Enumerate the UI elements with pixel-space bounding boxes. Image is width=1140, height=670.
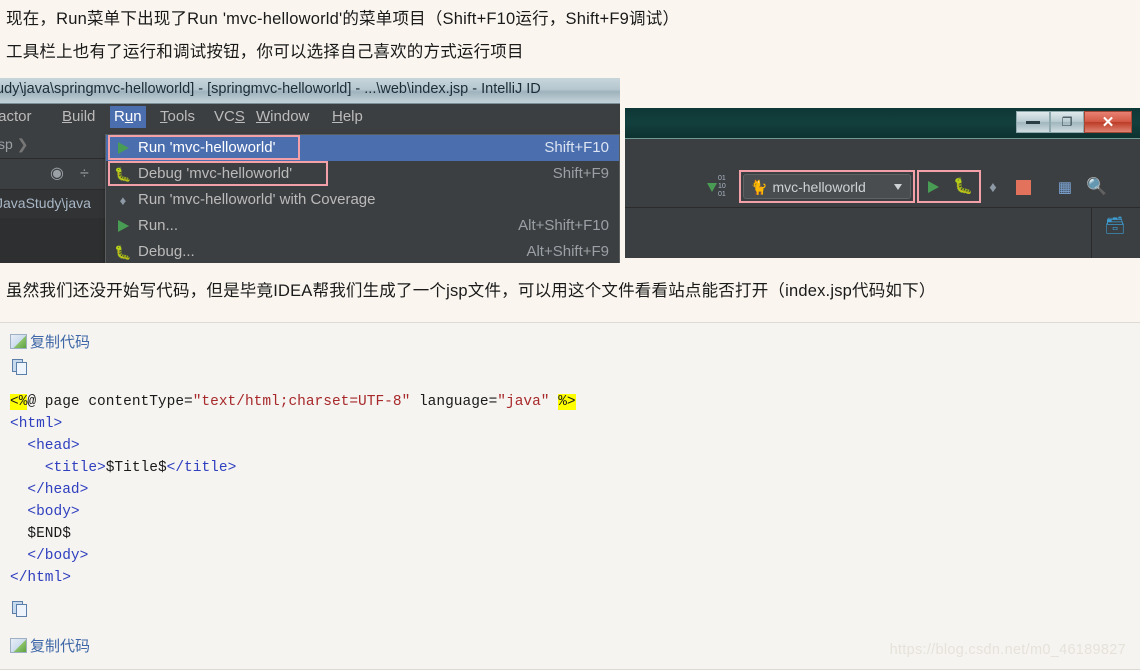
menu-window[interactable]: Window [256,108,309,125]
bits-bot: 01 [718,191,726,199]
debug-icon: 🐛 [114,166,132,182]
menu-run[interactable]: Run [110,106,146,128]
coverage-icon: ♦ [119,192,127,208]
menu-item-shortcut: Alt+Shift+F10 [518,217,609,234]
intellij-screenshot: udy\java\springmvc-helloworld] - [spring… [0,78,1140,263]
ide-right-rail: 🗃 [1091,208,1140,258]
window-controls: ❐ ✕ [1016,111,1132,133]
toolbar-search-button[interactable]: 🔍 [1085,175,1109,199]
ide-toolbar: 01 10 01 🐈 mvc-helloworld 🐛 ♦ ▦ 🔍 [625,139,1140,208]
coverage-icon: ♦ [989,178,997,196]
restore-icon: ❐ [1061,115,1073,129]
chevron-right-icon: ❯ [16,136,29,152]
tomcat-cat-icon: 🐈 [750,178,768,195]
project-structure-icon: ▦ [1057,179,1073,196]
menu-item-label: Debug... [138,243,195,260]
run-configuration-selector[interactable]: 🐈 mvc-helloworld [743,174,911,199]
image-icon [10,638,27,653]
green-bug-icon: 🐛 [953,178,973,195]
jsp-source-code: <%@ page contentType="text/html;charset=… [10,394,576,586]
toolbar-coverage-button[interactable]: ♦ [981,175,1005,199]
ide-path-text: JavaStudy\java [0,195,91,211]
menu-item-shortcut: Shift+F10 [544,139,609,156]
menu-item-debug-dialog[interactable]: 🐛 Debug... Alt+Shift+F9 [106,239,619,263]
menu-build[interactable]: Build [62,108,95,125]
menu-item-label: Debug 'mvc-helloworld' [138,165,293,182]
toolbar-debug-button[interactable]: 🐛 [951,175,975,199]
menu-item-label: Run... [138,217,179,234]
ide-editor-right: 🗃 [625,208,1140,258]
toolbar-stop-button[interactable] [1011,175,1035,199]
image-icon [10,334,27,349]
paragraph-toolbar-note: 工具栏上也有了运行和调试按钮，你可以选择自己喜欢的方式运行项目 [6,43,524,61]
bits-mid: 10 [718,183,726,191]
code-block-panel: 复制代码 <%@ page contentType="text/html;cha… [0,322,1140,670]
menu-item-debug-config[interactable]: 🐛 Debug 'mvc-helloworld' Shift+F9 [106,161,619,187]
menu-tools[interactable]: Tools [160,108,195,125]
copy-icon-front-sheet [16,362,27,375]
toolbar-row: 01 10 01 🐈 mvc-helloworld 🐛 ♦ ▦ 🔍 [625,167,1140,207]
toolbar-structure-button[interactable]: ▦ [1053,175,1077,199]
menu-item-run-dialog[interactable]: Run... Alt+Shift+F10 [106,213,619,239]
ide-right-crop: ❐ ✕ 01 10 01 🐈 mvc-helloworld 🐛 ♦ ▦ 🔍 🗃 [620,78,1140,263]
menu-item-shortcut: Alt+Shift+F9 [526,243,609,260]
breadcrumb-text: sp [0,136,13,152]
debug-icon: 🐛 [114,244,132,260]
blog-watermark: https://blog.csdn.net/m0_46189827 [889,642,1126,658]
close-icon: ✕ [1101,114,1115,131]
bits-icon: 01 10 01 [718,175,726,199]
ide-title-bar: udy\java\springmvc-helloworld] - [spring… [0,78,620,104]
run-configuration-name: mvc-helloworld [772,178,866,195]
run-icon [114,135,132,161]
menu-item-run-config[interactable]: Run 'mvc-helloworld' Shift+F10 [106,135,619,161]
paragraph-run-menu-note: 现在，Run菜单下出现了Run 'mvc-helloworld'的菜单项目（Sh… [6,10,680,28]
menu-refactor[interactable]: factor [0,108,32,125]
copy-code-link-top[interactable]: 复制代码 [10,331,90,352]
database-icon[interactable]: 🗃 [1104,217,1126,234]
copy-code-label: 复制代码 [30,638,91,655]
toolbar-run-button[interactable] [921,175,945,199]
bits-top: 01 [718,175,726,182]
down-arrow-icon [707,182,717,192]
restore-button[interactable]: ❐ [1050,111,1084,133]
run-dropdown-menu[interactable]: Run 'mvc-helloworld' Shift+F10 🐛 Debug '… [105,134,620,263]
update-project-icon[interactable]: 01 10 01 [707,175,726,199]
magnifier-icon: 🔍 [1086,177,1108,196]
ide-title-bar-right: ❐ ✕ [625,108,1140,139]
run-icon [114,213,132,239]
chevron-down-icon [894,184,902,190]
ide-title-text: udy\java\springmvc-helloworld] - [spring… [0,81,541,97]
green-play-icon [927,181,939,193]
minimize-button[interactable] [1016,111,1050,133]
copy-icon-front-sheet [16,604,27,617]
copy-icon-top[interactable] [12,359,28,375]
menu-item-run-with-coverage[interactable]: ♦ Run 'mvc-helloworld' with Coverage [106,187,619,213]
menu-item-shortcut: Shift+F9 [552,165,609,182]
menu-help[interactable]: Help [332,108,363,125]
copy-code-label: 复制代码 [30,334,91,351]
copy-icon-bottom[interactable] [12,601,28,617]
menu-vcs[interactable]: VCS [214,108,245,125]
minimize-icon [1026,120,1040,124]
copy-code-link-bottom[interactable]: 复制代码 [10,635,90,656]
ide-menu-bar: factor Build Run Tools VCS Window Help [0,104,620,132]
red-stop-square-icon [1015,179,1031,195]
gutter-icons: ◉÷ [50,165,105,182]
close-button[interactable]: ✕ [1084,111,1132,133]
ide-left-crop: udy\java\springmvc-helloworld] - [spring… [0,78,620,263]
menu-item-label: Run 'mvc-helloworld' with Coverage [138,191,376,208]
menu-item-label: Run 'mvc-helloworld' [138,139,276,156]
paragraph-jsp-note: 虽然我们还没开始写代码，但是毕竟IDEA帮我们生成了一个jsp文件，可以用这个文… [6,282,936,300]
breadcrumb: sp ❯ [0,136,28,153]
